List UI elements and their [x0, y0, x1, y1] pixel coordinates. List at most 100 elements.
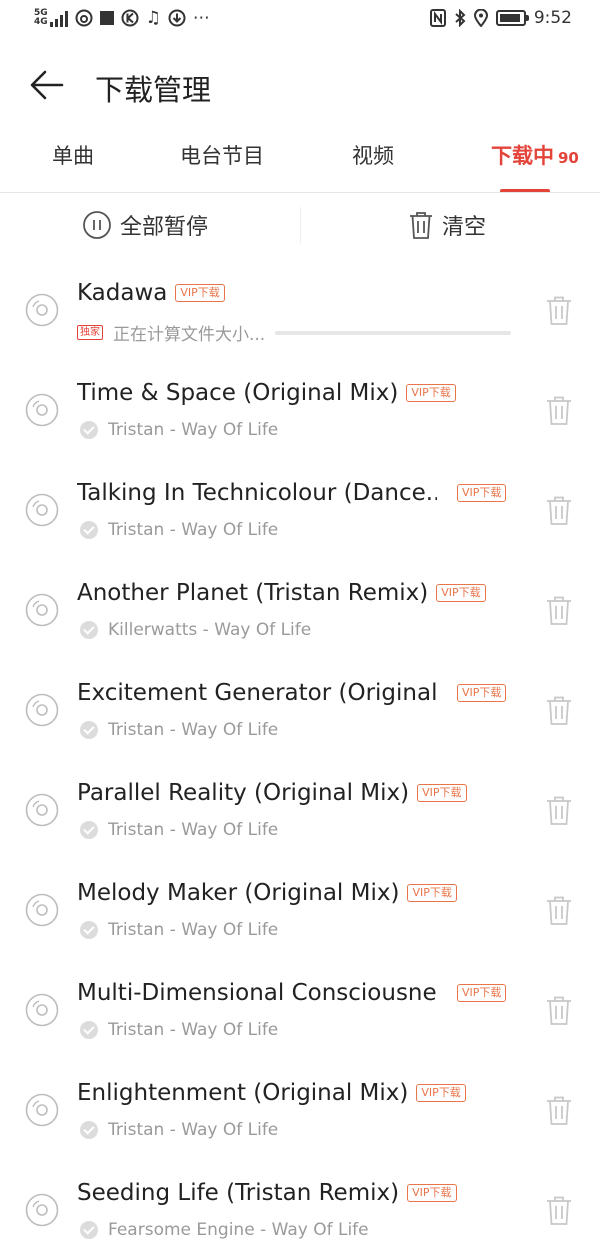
song-title-line: Kadawa VIP下载: [77, 280, 225, 306]
song-subtitle-line: Tristan - Way Of Life: [80, 820, 278, 840]
vip-download-badge: VIP下载: [457, 684, 507, 702]
artist-album: Fearsome Engine - Way Of Life: [108, 1220, 369, 1240]
song-title: Seeding Life (Tristan Remix): [77, 1180, 400, 1206]
disc-icon: [25, 693, 59, 727]
vip-download-badge: VIP下载: [457, 984, 507, 1002]
check-circle-icon: [80, 821, 98, 839]
song-title: Excitement Generator (Original...: [77, 680, 437, 706]
song-subtitle-line: Tristan - Way Of Life: [80, 720, 278, 740]
song-title-line: Multi-Dimensional Consciousne...: [77, 980, 437, 1006]
song-subtitle-line: Tristan - Way Of Life: [80, 520, 278, 540]
vip-download-badge: VIP下载: [407, 884, 457, 902]
check-circle-icon: [80, 1021, 98, 1039]
bluetooth-icon: [455, 9, 466, 27]
netease-icon: [75, 9, 93, 27]
delete-button[interactable]: [544, 494, 574, 526]
tab-songs[interactable]: 单曲: [52, 140, 94, 170]
artist-album: Tristan - Way Of Life: [108, 820, 279, 840]
trash-icon: [547, 796, 571, 825]
check-circle-icon: [80, 621, 98, 639]
download-status: 正在计算文件大小...: [113, 325, 266, 345]
artist-album: Tristan - Way Of Life: [108, 1020, 279, 1040]
tab-downloading[interactable]: 下载中 90: [491, 140, 579, 170]
vip-download-badge: VIP下载: [406, 384, 456, 402]
pause-all-label: 全部暂停: [120, 215, 209, 240]
download-row[interactable]: Seeding Life (Tristan Remix) VIP下载 Fearsom…: [0, 1160, 600, 1260]
disc-icon: [25, 593, 59, 627]
disc-icon: [25, 993, 59, 1027]
song-subtitle-line: 独家 正在计算文件大小...: [77, 320, 512, 345]
back-button[interactable]: [28, 65, 68, 105]
tab-label: 电台节目: [180, 144, 264, 168]
download-row[interactable]: Enlightenment (Original Mix) VIP下载 Tristan…: [0, 1060, 600, 1160]
exclusive-badge: 独家: [77, 325, 103, 340]
delete-button[interactable]: [544, 394, 574, 426]
download-row[interactable]: Time & Space (Original Mix) VIP下载 Tristan …: [0, 360, 600, 460]
tab-videos[interactable]: 视频: [352, 140, 394, 170]
delete-button[interactable]: [544, 594, 574, 626]
trash-icon: [547, 896, 571, 925]
song-subtitle-line: Fearsome Engine - Way Of Life: [80, 1220, 369, 1240]
artist-album: Tristan - Way Of Life: [108, 720, 279, 740]
trash-icon: [547, 1096, 571, 1125]
clear-button[interactable]: 清空: [408, 209, 486, 241]
download-row[interactable]: VIP下载 Talking In Technicolour (Dance... Tr…: [0, 460, 600, 560]
vip-download-badge: VIP下载: [416, 1084, 466, 1102]
song-title-line: Enlightenment (Original Mix) VIP下载: [77, 1080, 466, 1106]
pause-all-button[interactable]: 全部暂停: [82, 209, 208, 241]
delete-button[interactable]: [544, 294, 574, 326]
song-title-line: Talking In Technicolour (Dance...: [77, 480, 437, 506]
download-row[interactable]: Kadawa VIP下载独家 正在计算文件大小...: [0, 260, 600, 360]
artist-album: Killerwatts - Way Of Life: [108, 620, 312, 640]
delete-button[interactable]: [544, 894, 574, 926]
check-circle-icon: [80, 721, 98, 739]
delete-button[interactable]: [544, 1094, 574, 1126]
delete-button[interactable]: [544, 694, 574, 726]
disc-icon: [25, 1193, 59, 1227]
tab-label: 单曲: [52, 144, 94, 168]
artist-album: Tristan - Way Of Life: [108, 420, 279, 440]
song-subtitle-line: Tristan - Way Of Life: [80, 920, 278, 940]
song-title-line: Another Planet (Tristan Remix) VIP下载: [77, 580, 486, 606]
trash-icon: [547, 396, 571, 425]
delete-button[interactable]: [544, 994, 574, 1026]
download-row[interactable]: Melody Maker (Original Mix) VIP下载 Tristan …: [0, 860, 600, 960]
signal-icon: [49, 11, 68, 27]
pause-icon: [83, 211, 111, 239]
tab-radio[interactable]: 电台节目: [180, 140, 264, 170]
song-title: Talking In Technicolour (Dance...: [77, 480, 437, 506]
trash-icon: [410, 212, 432, 239]
song-title: Time & Space (Original Mix): [77, 380, 399, 406]
stop-icon: [99, 11, 114, 25]
song-title: Another Planet (Tristan Remix): [77, 580, 429, 606]
more-dots-icon: ⋯: [192, 8, 210, 28]
music-note-icon: ♫: [145, 8, 161, 28]
disc-icon: [25, 1093, 59, 1127]
k-icon: [121, 9, 139, 27]
check-circle-icon: [80, 1121, 98, 1139]
trash-icon: [547, 296, 571, 325]
trash-icon: [547, 996, 571, 1025]
delete-button[interactable]: [544, 1194, 574, 1226]
song-subtitle-line: Tristan - Way Of Life: [80, 1020, 278, 1040]
trash-icon: [547, 596, 571, 625]
trash-icon: [547, 496, 571, 525]
action-separator: [300, 207, 301, 243]
song-title: Melody Maker (Original Mix): [77, 880, 400, 906]
download-row[interactable]: Parallel Reality (Original Mix) VIP下载 Tris…: [0, 760, 600, 860]
check-circle-icon: [80, 521, 98, 539]
page-title: 下载管理: [95, 73, 212, 107]
download-row[interactable]: Another Planet (Tristan Remix) VIP下载 Kille…: [0, 560, 600, 660]
delete-button[interactable]: [544, 794, 574, 826]
disc-icon: [25, 793, 59, 827]
clock: 9:52: [533, 8, 572, 28]
artist-album: Tristan - Way Of Life: [108, 920, 279, 940]
check-circle-icon: [80, 1221, 98, 1239]
download-row[interactable]: VIP下载 Multi-Dimensional Consciousne... Tri…: [0, 960, 600, 1060]
song-subtitle-line: Tristan - Way Of Life: [80, 420, 278, 440]
disc-icon: [25, 393, 59, 427]
download-row[interactable]: VIP下载 Excitement Generator (Original... Tr…: [0, 660, 600, 760]
download-arrow-icon: [168, 9, 186, 27]
vip-download-badge: VIP下载: [417, 784, 467, 802]
song-title-line: Melody Maker (Original Mix) VIP下载: [77, 880, 457, 906]
